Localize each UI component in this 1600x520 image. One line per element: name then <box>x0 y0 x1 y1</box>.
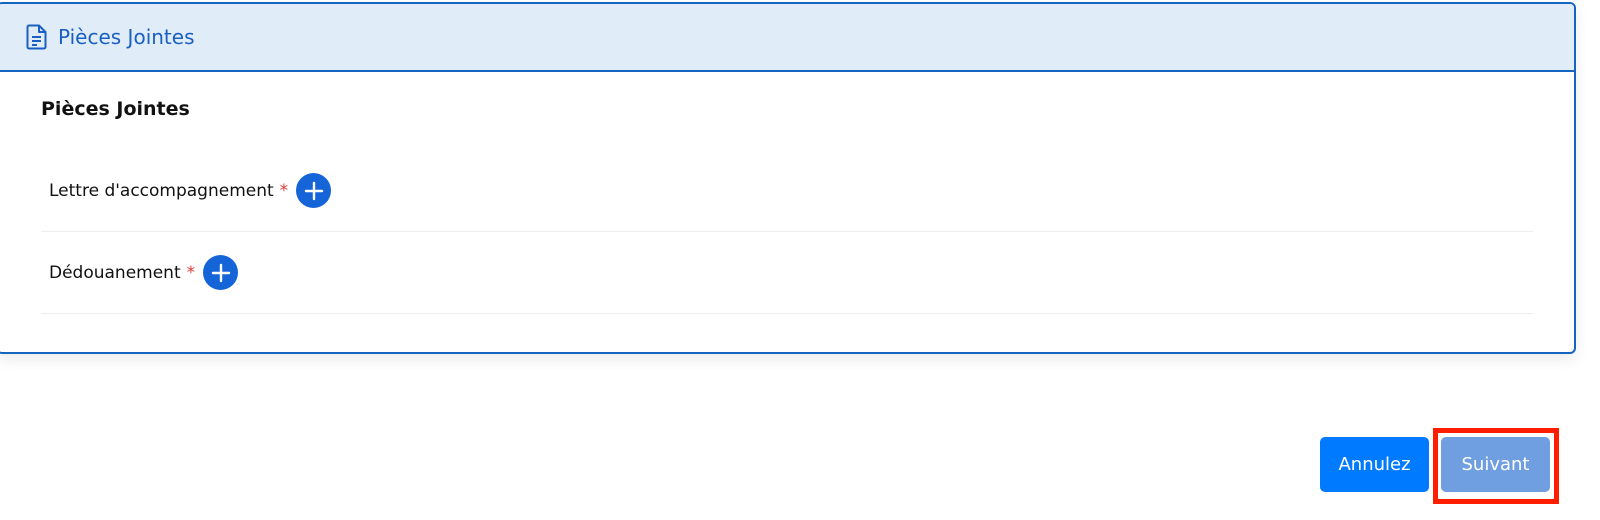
required-mark: * <box>186 262 196 283</box>
plus-icon <box>211 263 230 282</box>
attachments-card: Pièces Jointes Pièces Jointes Lettre d'a… <box>0 2 1576 354</box>
card-header: Pièces Jointes <box>0 4 1574 72</box>
cancel-button[interactable]: Annulez <box>1320 437 1429 492</box>
card-header-title: Pièces Jointes <box>58 25 195 49</box>
add-cover-letter-button[interactable] <box>296 173 332 208</box>
next-button[interactable]: Suivant <box>1441 437 1550 492</box>
document-icon <box>26 24 48 50</box>
add-customs-clearance-button[interactable] <box>203 255 239 290</box>
attachment-row-cover-letter: Lettre d'accompagnement * <box>41 150 1533 232</box>
plus-icon <box>304 181 323 200</box>
section-title: Pièces Jointes <box>41 98 190 120</box>
attachment-label: Lettre d'accompagnement <box>49 180 274 201</box>
required-mark: * <box>279 180 289 201</box>
attachment-label: Dédouanement <box>49 262 181 283</box>
attachment-row-customs-clearance: Dédouanement * <box>41 232 1533 314</box>
